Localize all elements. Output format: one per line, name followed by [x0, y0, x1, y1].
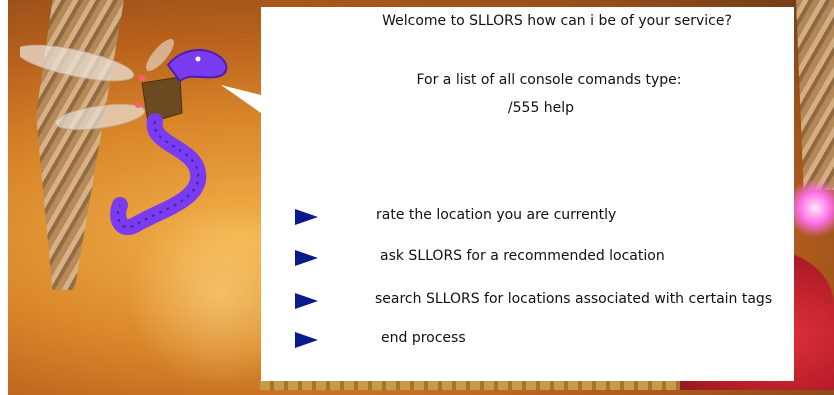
virtual-world-scene: Welcome to SLLORS how can i be of your s… [0, 0, 834, 395]
option-end-process-label[interactable]: end process [381, 330, 466, 346]
blue-triangle-arrow-icon[interactable] [295, 250, 318, 266]
blue-triangle-arrow-icon[interactable] [295, 332, 318, 348]
console-hint: For a list of all console comands type: [416, 72, 682, 88]
left-border [0, 0, 8, 395]
speech-pointer-icon [221, 85, 261, 113]
floor-strip [260, 380, 680, 390]
blue-triangle-arrow-icon[interactable] [295, 293, 318, 309]
blue-triangle-arrow-icon[interactable] [295, 209, 318, 225]
help-command: /555 help [507, 100, 575, 116]
pink-light-glow [790, 178, 834, 238]
option-search-tags-label[interactable]: search SLLORS for locations associated w… [375, 291, 772, 307]
purple-dragonfly-avatar-icon [20, 39, 228, 235]
welcome-message: Welcome to SLLORS how can i be of your s… [382, 13, 732, 29]
option-rate-location-label[interactable]: rate the location you are currently [376, 207, 616, 223]
sllors-dialog-panel: Welcome to SLLORS how can i be of your s… [221, 7, 794, 381]
option-recommend-location-label[interactable]: ask SLLORS for a recommended location [380, 248, 665, 264]
